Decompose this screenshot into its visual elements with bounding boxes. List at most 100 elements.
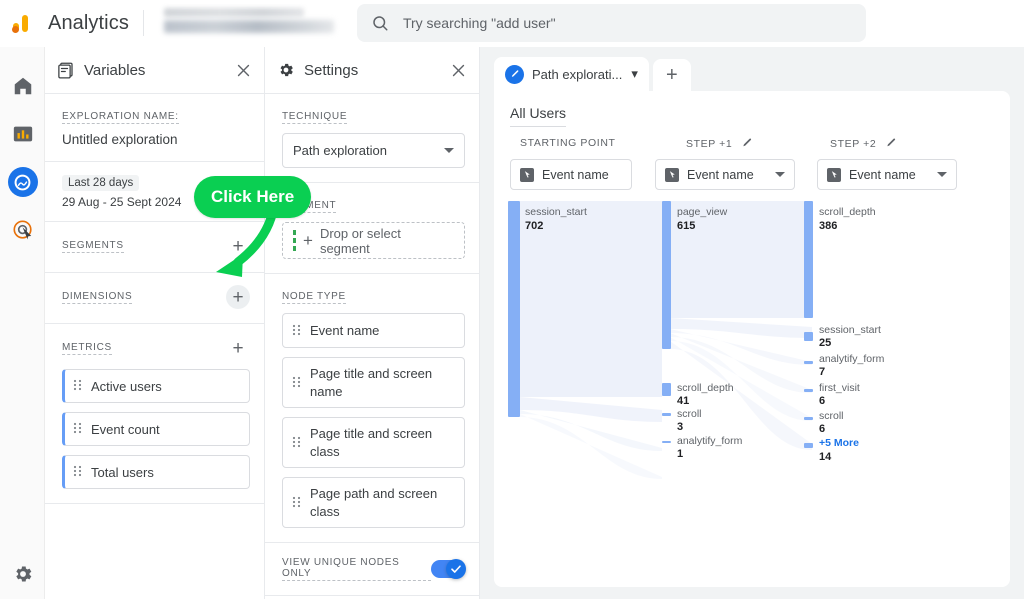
technique-select[interactable]: Path exploration bbox=[282, 133, 465, 168]
step-header-label: STEP +2 bbox=[830, 137, 877, 150]
segment-dropzone[interactable]: + Drop or select segment bbox=[282, 222, 465, 259]
node-type-option[interactable]: Event name bbox=[282, 313, 465, 348]
exploration-canvas: Path explorati... ▾ + All Users STARTING… bbox=[480, 47, 1024, 599]
search-placeholder: Try searching "add user" bbox=[402, 15, 556, 31]
node-type-option[interactable]: Page title and screen class bbox=[282, 417, 465, 469]
sankey-node-bar[interactable] bbox=[804, 332, 813, 341]
click-here-callout: Click Here bbox=[194, 176, 312, 218]
segment-title[interactable]: All Users bbox=[510, 105, 567, 127]
sankey-node-value: 702 bbox=[525, 220, 544, 232]
node-type-section: NODE TYPE Event name Page title and scre… bbox=[265, 274, 479, 544]
metrics-add-button[interactable]: + bbox=[226, 336, 250, 360]
settings-panel: Settings TECHNIQUE Path exploration SEGM… bbox=[265, 47, 480, 599]
node-type-option-label: Event name bbox=[310, 322, 380, 338]
google-analytics-explore-page: Analytics Try searching "add user" Varia… bbox=[0, 0, 1024, 599]
starting-point-selector[interactable]: Event name bbox=[510, 159, 632, 190]
pencil-icon[interactable] bbox=[884, 137, 897, 150]
sankey-node-bar[interactable] bbox=[662, 201, 671, 349]
sankey-node-value: 6 bbox=[819, 423, 826, 435]
drag-handle-icon[interactable] bbox=[73, 465, 83, 479]
date-range-chip: Last 28 days bbox=[62, 175, 140, 191]
property-selector-blurred[interactable] bbox=[156, 6, 341, 40]
node-type-option[interactable]: Page title and screen name bbox=[282, 357, 465, 409]
node-type-option-label: Page title and screen name bbox=[310, 366, 433, 399]
step1-selector[interactable]: Event name bbox=[655, 159, 795, 190]
variables-panel-header: Variables bbox=[45, 47, 264, 94]
sankey-node-value: 7 bbox=[819, 366, 826, 378]
exploration-name-value[interactable]: Untitled exploration bbox=[62, 132, 250, 147]
sankey-node-bar[interactable] bbox=[804, 361, 813, 364]
rail-item-home[interactable] bbox=[0, 62, 45, 110]
top-bar: Analytics Try searching "add user" bbox=[0, 0, 1024, 47]
metric-chip[interactable]: Event count bbox=[62, 412, 250, 446]
step-header-label: STEP +1 bbox=[686, 137, 733, 150]
sankey-node-label: session_start bbox=[525, 206, 587, 218]
sankey-node-label: session_start bbox=[819, 324, 881, 336]
sankey-more-link[interactable]: +5 More bbox=[819, 437, 859, 449]
sankey-node-value: 14 bbox=[819, 451, 832, 463]
sankey-node-value: 6 bbox=[819, 395, 826, 407]
toggle-knob bbox=[446, 559, 466, 580]
sankey-node-label: scroll bbox=[819, 410, 844, 422]
node-type-option-label: Page path and screen class bbox=[310, 486, 438, 519]
sankey-node-label: page_view bbox=[677, 206, 728, 218]
search-input[interactable]: Try searching "add user" bbox=[356, 4, 866, 42]
exploration-name-label: EXPLORATION NAME: bbox=[62, 111, 179, 124]
left-nav-rail bbox=[0, 47, 45, 599]
tab-path-exploration[interactable]: Path explorati... ▾ bbox=[494, 57, 649, 91]
step-header-1: STEP +1 bbox=[686, 137, 753, 150]
segments-label: SEGMENTS bbox=[62, 239, 124, 253]
metric-chip[interactable]: Total users bbox=[62, 455, 250, 489]
sankey-node-bar[interactable] bbox=[662, 441, 671, 443]
header-divider bbox=[142, 10, 144, 36]
step2-selector[interactable]: Event name bbox=[817, 159, 957, 190]
search-icon bbox=[371, 14, 389, 32]
pencil-icon[interactable] bbox=[740, 137, 753, 150]
sankey-node-bar[interactable] bbox=[662, 413, 671, 416]
metric-chip[interactable]: Active users bbox=[62, 369, 250, 403]
sankey-node-value: 386 bbox=[819, 220, 838, 232]
starting-point-value: Event name bbox=[542, 167, 609, 182]
metrics-label: METRICS bbox=[62, 341, 112, 355]
rail-item-reports[interactable] bbox=[0, 110, 45, 158]
drag-handle-icon[interactable] bbox=[73, 422, 83, 436]
drag-handle-icon[interactable] bbox=[292, 496, 302, 510]
sankey-node-bar[interactable] bbox=[508, 201, 520, 417]
sankey-node-label: analytify_form bbox=[677, 435, 743, 447]
variables-panel: Variables EXPLORATION NAME: Untitled exp… bbox=[45, 47, 265, 599]
exploration-name-section: EXPLORATION NAME: Untitled exploration bbox=[45, 94, 264, 162]
sankey-node-bar[interactable] bbox=[804, 417, 813, 420]
drag-handle-icon[interactable] bbox=[292, 324, 302, 338]
metrics-section: METRICS + Active users Event count Total… bbox=[45, 324, 264, 504]
close-icon[interactable] bbox=[450, 62, 467, 79]
chevron-down-icon[interactable]: ▾ bbox=[631, 66, 638, 82]
unique-nodes-row: VIEW UNIQUE NODES ONLY bbox=[265, 543, 479, 597]
drag-handle-icon[interactable] bbox=[73, 379, 83, 393]
event-node-icon bbox=[665, 167, 679, 182]
drag-handle-icon[interactable] bbox=[292, 376, 302, 390]
step1-value: Event name bbox=[687, 167, 754, 182]
settings-panel-title: Settings bbox=[304, 61, 359, 79]
unique-nodes-toggle[interactable] bbox=[431, 559, 466, 580]
sankey-flows bbox=[520, 201, 812, 479]
close-icon[interactable] bbox=[235, 62, 252, 79]
sankey-node-bar[interactable] bbox=[804, 389, 813, 392]
gear-icon bbox=[277, 61, 295, 79]
sankey-node-bar[interactable] bbox=[804, 201, 813, 318]
node-type-option[interactable]: Page path and screen class bbox=[282, 477, 465, 529]
event-node-icon bbox=[520, 167, 534, 182]
home-icon bbox=[12, 75, 34, 97]
rail-item-advertising[interactable] bbox=[0, 206, 45, 254]
rail-item-explore[interactable] bbox=[0, 158, 45, 206]
unique-nodes-label: VIEW UNIQUE NODES ONLY bbox=[282, 557, 432, 582]
sankey-node-bar[interactable] bbox=[662, 383, 671, 396]
add-tab-button[interactable]: + bbox=[652, 59, 691, 91]
drag-handle-icon[interactable] bbox=[292, 436, 302, 450]
tab-label: Path explorati... bbox=[532, 66, 623, 82]
technique-label: TECHNIQUE bbox=[282, 111, 348, 124]
sankey-node-label: scroll bbox=[677, 408, 702, 420]
rail-item-admin[interactable] bbox=[0, 552, 45, 596]
sankey-diagram: session_start 702 page_view 615 scroll_d… bbox=[494, 201, 1010, 581]
sankey-node-bar[interactable] bbox=[804, 443, 813, 448]
metric-label: Active users bbox=[91, 378, 162, 394]
